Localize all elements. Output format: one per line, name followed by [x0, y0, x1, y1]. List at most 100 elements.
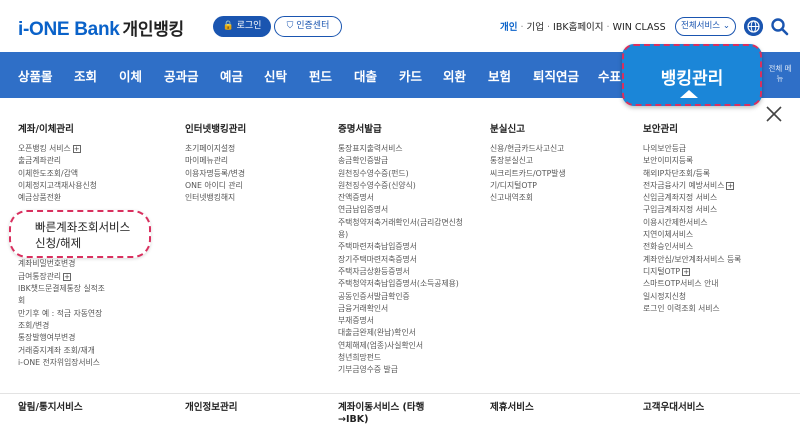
menu-item[interactable]: IBK챗드문결제통장 실적조회 [18, 283, 108, 308]
util-link-corporate[interactable]: 기업 [527, 22, 544, 33]
menu-item[interactable]: i-ONE 전자위임장서비스 [18, 357, 168, 369]
menu-item[interactable]: 출금계좌관리 [18, 155, 168, 167]
login-button[interactable]: 🔒 로그인 [213, 16, 271, 37]
nav-item-deposit[interactable]: 예금 [220, 66, 243, 85]
menu-item[interactable]: 이체정지고객재사용신청 [18, 180, 168, 192]
nav-item-fund[interactable]: 펀드 [309, 66, 332, 85]
menu-item[interactable]: 부재증명서 [338, 315, 488, 327]
menu-item[interactable]: 주택마련저축납입증명서 [338, 241, 488, 253]
menu-item[interactable]: 공동인증서발급확인증 [338, 291, 488, 303]
menu-item[interactable]: 이용자명등록/변경 [185, 168, 335, 180]
menu-item[interactable]: 디지털OTP + [643, 266, 793, 278]
menu-item[interactable]: 기부금영수증 발급 [338, 364, 488, 376]
menu-item[interactable]: 대출금완제(완납)확인서 [338, 327, 488, 339]
menu-column-title: 증명서발급 [338, 124, 382, 135]
menu-item[interactable]: 연체해제(업종)사실확인서 [338, 340, 488, 352]
nav-item-trust[interactable]: 신탁 [264, 66, 287, 85]
quick-account-inquiry-item[interactable]: 빠른계좌조회서비스 신청/해제 [9, 210, 151, 258]
menu-column-personal-info: 개인정보관리 [185, 402, 237, 414]
nav-item-loan[interactable]: 대출 [354, 66, 377, 85]
menu-item[interactable]: 이체한도조회/감액 [18, 168, 168, 180]
menu-item[interactable]: 계좌비밀번호변경 [18, 258, 168, 270]
menu-item[interactable]: 연금납입증명서 [338, 204, 488, 216]
all-services-button[interactable]: 전체서비스 ⌄ [675, 17, 736, 36]
util-link-win-class[interactable]: WIN CLASS [613, 22, 666, 33]
menu-item[interactable]: 원천징수영수증(신양식) [338, 180, 488, 192]
menu-item[interactable]: 신고내역조회 [490, 192, 640, 204]
menu-item[interactable]: 전화승인서비스 [643, 241, 793, 253]
menu-item[interactable]: 전자금융사기 예방서비스 + [643, 180, 793, 192]
quick-highlight-line1: 빠른계좌조회서비스 [35, 220, 131, 234]
menu-item[interactable]: 예금상품전환 [18, 192, 168, 204]
menu-item[interactable]: 씨크리트카드/OTP발생기/디지털OTP [490, 168, 572, 193]
menu-column-title[interactable]: 개인정보관리 [185, 402, 237, 414]
menu-item[interactable]: 일시정지신청 [643, 291, 793, 303]
menu-item[interactable]: 장기주택마련저축증명서 [338, 254, 488, 266]
menu-item[interactable]: 신입금계좌지정 서비스 [643, 192, 793, 204]
menu-item[interactable]: 송금확인증발급 [338, 155, 488, 167]
util-link-ibk-home[interactable]: IBK홈페이지 [553, 22, 604, 33]
menu-item[interactable]: 구입금계좌지정 서비스 [643, 204, 793, 216]
nav-item-check[interactable]: 수표 [598, 66, 621, 85]
nav-item-card[interactable]: 카드 [399, 66, 422, 85]
expand-plus-icon[interactable]: + [72, 145, 81, 153]
nav-item-forex[interactable]: 외환 [443, 66, 466, 85]
menu-item[interactable]: 로그인 이력조회 서비스 [643, 303, 793, 315]
menu-item[interactable]: 통장분실신고 [490, 155, 640, 167]
menu-item[interactable]: 주택자금상환등증명서 [338, 266, 488, 278]
menu-item[interactable]: 주택청약저축거래확인서(금리감면신청용) [338, 217, 468, 242]
menu-column-security: 보안관리 나의보안등급 보안이미지등록 해외IP차단조회/등록 전자금융사기 예… [643, 121, 793, 315]
menu-item[interactable]: 신용/현금카드사고신고 [490, 143, 640, 155]
menu-item[interactable]: 금융거래확인서 [338, 303, 488, 315]
menu-item[interactable]: 인터넷뱅킹해지 [185, 192, 335, 204]
menu-column-title[interactable]: 계좌이동서비스 (타행→IBK) [338, 402, 448, 426]
menu-item[interactable]: 이용시간제한서비스 [643, 217, 793, 229]
nav-item-utility-bills[interactable]: 공과금 [164, 66, 199, 85]
search-icon[interactable] [770, 17, 789, 36]
menu-item[interactable]: 계좌안심/보안계좌서비스 등록 [643, 254, 793, 266]
nav-item-retirement[interactable]: 퇴직연금 [533, 66, 579, 85]
globe-icon[interactable] [744, 17, 763, 36]
menu-item[interactable]: 청년희망펀드 [338, 352, 488, 364]
section-divider [0, 393, 800, 394]
nav-item-product-mall[interactable]: 상품몰 [18, 66, 53, 85]
menu-column-title: 분실신고 [490, 124, 525, 135]
menu-item[interactable]: 원천징수영수증(펀드) [338, 168, 488, 180]
menu-item[interactable]: 통장발행여부변경 [18, 332, 168, 344]
menu-item[interactable]: 잔액증명서 [338, 192, 488, 204]
menu-item[interactable]: ONE 아이디 관리 [185, 180, 335, 192]
menu-item[interactable]: 나의보안등급 [643, 143, 793, 155]
menu-column-partner-service: 제휴서비스 [490, 402, 534, 414]
nav-item-transfer[interactable]: 이체 [119, 66, 142, 85]
menu-column-title[interactable]: 알림/통지서비스 [18, 402, 83, 414]
logo[interactable]: i-ONE Bank 개인뱅킹 [18, 15, 184, 41]
menu-item[interactable]: 마이메뉴관리 [185, 155, 335, 167]
menu-item[interactable]: 해외IP차단조회/등록 [643, 168, 793, 180]
all-menu-button[interactable]: 전체 메뉴 [766, 64, 794, 84]
menu-item[interactable]: 통장표지출력서비스 [338, 143, 488, 155]
expand-plus-icon[interactable]: + [682, 267, 691, 276]
menu-item[interactable]: 초기페이지설정 [185, 143, 335, 155]
menu-column-account-move: 계좌이동서비스 (타행→IBK) [338, 402, 448, 426]
nav-item-insurance[interactable]: 보험 [488, 66, 511, 85]
menu-item[interactable]: 스마트OTP서비스 안내 [643, 278, 793, 290]
expand-plus-icon[interactable]: + [726, 181, 735, 190]
menu-item[interactable]: 거래중지계좌 조회/재개 [18, 345, 168, 357]
menu-item[interactable]: 급여통장관리 + [18, 271, 168, 283]
menu-column-notification: 알림/통지서비스 [18, 402, 83, 414]
menu-item[interactable]: 주택청약저축납입증명서(소득공제용) [338, 278, 488, 290]
menu-column-title[interactable]: 고객우대서비스 [643, 402, 704, 414]
nav-item-inquiry[interactable]: 조회 [74, 66, 97, 85]
quick-highlight-line2: 신청/해제 [35, 236, 82, 250]
menu-column-internet-banking: 인터넷뱅킹관리 초기페이지설정 마이메뉴관리 이용자명등록/변경 ONE 아이디… [185, 121, 335, 204]
menu-item[interactable]: 지연이체서비스 [643, 229, 793, 241]
menu-column-title[interactable]: 제휴서비스 [490, 402, 534, 414]
menu-item[interactable]: 보안이미지등록 [643, 155, 793, 167]
expand-plus-icon[interactable]: + [63, 272, 72, 281]
menu-item[interactable]: 오픈뱅킹 서비스 + [18, 143, 168, 155]
nav-item-banking-management-label: 뱅킹관리 [660, 69, 724, 89]
menu-column-vip-service: 고객우대서비스 [643, 402, 704, 414]
menu-item[interactable]: 만기후 예 : 적금 자동연장 조회/변경 [18, 308, 110, 333]
util-link-personal[interactable]: 개인 [500, 22, 517, 33]
cert-center-button[interactable]: ⛉ 인증센터 [274, 16, 342, 37]
